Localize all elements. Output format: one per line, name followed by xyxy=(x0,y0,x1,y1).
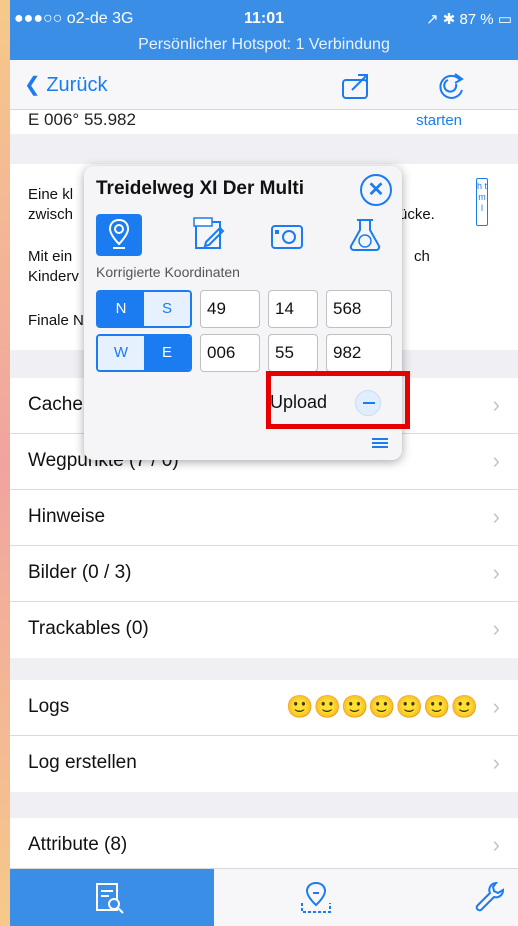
coordinate-line: E 006° 55.982 starten xyxy=(10,110,518,134)
list-item-images[interactable]: Bilder (0 / 3) › xyxy=(10,546,518,602)
start-link[interactable]: starten xyxy=(416,112,462,129)
coords-pin-icon xyxy=(108,218,130,249)
lon-decimal-field[interactable]: 982 xyxy=(326,334,392,372)
tab-details[interactable] xyxy=(10,869,214,926)
list-item-create-log[interactable]: Log erstellen › xyxy=(10,736,518,792)
desc-line-1: Eine kl xyxy=(28,186,74,203)
list-item-trackables[interactable]: Trackables (0) › xyxy=(10,602,518,658)
hotspot-banner[interactable]: Persönlicher Hotspot: 1 Verbindung xyxy=(10,36,518,54)
nav-bar: ❮ Zurück xyxy=(10,60,518,110)
battery-status: ↗ ✱ 87 % ▭ xyxy=(425,11,512,28)
lon-degrees-field[interactable]: 006 xyxy=(200,334,260,372)
lat-n-option[interactable]: N xyxy=(98,292,144,326)
smiley-icons: 🙂🙂🙂🙂🙂🙂🙂 xyxy=(286,694,478,719)
desc-line-2: zwisch xyxy=(28,206,74,223)
attribute-rows: Attribute (8) › xyxy=(10,818,518,868)
lat-minutes-field[interactable]: 14 xyxy=(268,290,318,328)
share-icon[interactable] xyxy=(338,68,374,104)
tab-map[interactable] xyxy=(214,869,364,926)
highlight-box xyxy=(266,371,410,429)
log-rows: Logs 🙂🙂🙂🙂🙂🙂🙂 › Log erstellen › xyxy=(10,680,518,792)
lon-w-option[interactable]: W xyxy=(98,336,144,370)
wrench-icon xyxy=(475,881,504,912)
formula-icon xyxy=(349,219,381,251)
back-button[interactable]: ❮ Zurück xyxy=(24,72,107,97)
tab-personal-note[interactable] xyxy=(186,214,232,256)
camera-icon xyxy=(271,225,303,249)
phone-screen: ●●●○○ o2-de 3G 11:01 ↗ ✱ 87 % ▭ Persönli… xyxy=(10,0,518,926)
lon-direction-toggle[interactable]: W E xyxy=(96,334,192,372)
list-item-hints[interactable]: Hinweise › xyxy=(10,490,518,546)
desc-line-4: Kinderv xyxy=(28,268,79,285)
list-item-attributes[interactable]: Attribute (8) › xyxy=(10,818,518,868)
coordinate-text: E 006° 55.982 xyxy=(28,110,136,129)
desc-line-3-tail: ch xyxy=(414,248,430,265)
personal-note-icon xyxy=(193,217,225,249)
lon-minutes-field[interactable]: 55 xyxy=(268,334,318,372)
lat-s-option[interactable]: S xyxy=(144,292,190,326)
menu-icon[interactable] xyxy=(372,438,388,448)
tab-coordinates[interactable] xyxy=(96,214,142,256)
lon-e-option[interactable]: E xyxy=(144,336,190,370)
list-item-logs[interactable]: Logs 🙂🙂🙂🙂🙂🙂🙂 › xyxy=(10,680,518,736)
refresh-icon[interactable] xyxy=(434,68,470,104)
tab-formula[interactable] xyxy=(342,214,388,256)
desc-line-5: Finale N xyxy=(28,312,84,329)
desc-line-3: Mit ein xyxy=(28,248,73,265)
lat-direction-toggle[interactable]: N S xyxy=(96,290,192,328)
tab-bar xyxy=(10,868,518,926)
lat-degrees-field[interactable]: 49 xyxy=(200,290,260,328)
back-label: Zurück xyxy=(46,74,108,96)
lat-decimal-field[interactable]: 568 xyxy=(326,290,392,328)
popup-title: Treidelweg XI Der Multi xyxy=(96,178,304,199)
tab-images[interactable] xyxy=(264,214,310,256)
tab-tools[interactable] xyxy=(364,869,518,926)
section-label: Korrigierte Koordinaten xyxy=(96,264,240,280)
close-icon[interactable]: ✕ xyxy=(360,174,392,206)
map-pin-icon xyxy=(301,881,331,913)
status-bar: ●●●○○ o2-de 3G 11:01 ↗ ✱ 87 % ▭ Persönli… xyxy=(10,0,518,60)
html-badge[interactable]: h t m l xyxy=(476,178,488,226)
document-search-icon xyxy=(96,883,124,914)
